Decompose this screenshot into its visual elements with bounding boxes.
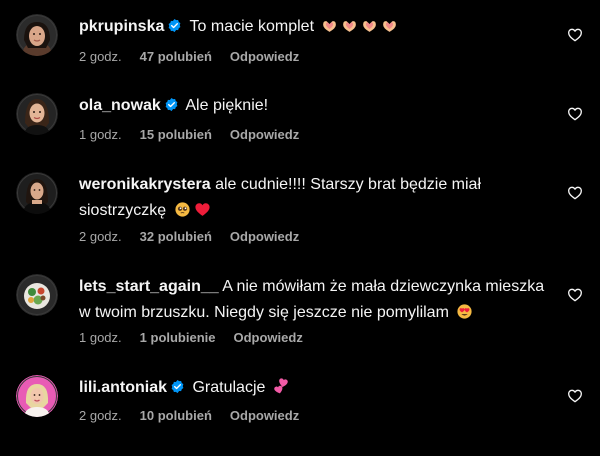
- avatar[interactable]: [16, 14, 58, 56]
- like-heart-icon[interactable]: [567, 388, 583, 404]
- comment-time: 2 godz.: [79, 408, 122, 423]
- verified-badge-icon: [170, 379, 185, 394]
- avatar[interactable]: [16, 274, 58, 316]
- verified-badge-icon: [164, 97, 179, 112]
- comment-username[interactable]: ola_nowak: [79, 97, 161, 114]
- reply-button[interactable]: Odpowiedz: [230, 127, 299, 142]
- avatar-image: [16, 14, 58, 56]
- comment-text-block: weronikakrystera ale cudnie!!!! Starszy …: [79, 172, 549, 224]
- comment-meta: 2 godz. 47 polubień Odpowiedz: [79, 48, 317, 66]
- comment-time: 2 godz.: [79, 49, 122, 64]
- reply-button[interactable]: Odpowiedz: [234, 330, 303, 345]
- reply-button[interactable]: Odpowiedz: [230, 49, 299, 64]
- verified-badge-icon: [167, 18, 182, 33]
- comment-body: To macie komplet: [189, 18, 315, 35]
- like-heart-icon[interactable]: [567, 185, 583, 201]
- comment-likes-count[interactable]: 1 polubienie: [140, 330, 216, 345]
- heart-hands-emoji: [321, 17, 338, 34]
- heart-hands-emoji: [361, 17, 378, 34]
- heart-hands-emoji: [341, 17, 358, 34]
- avatar[interactable]: [16, 172, 58, 214]
- comment-text-block: ola_nowak Ale pięknie!: [79, 93, 549, 119]
- avatar-image: [16, 93, 58, 135]
- comment-text-block: lili.antoniak Gratulacje: [79, 375, 549, 401]
- two-hearts-emoji: [273, 378, 290, 395]
- comment-username[interactable]: lili.antoniak: [79, 379, 167, 396]
- like-heart-icon[interactable]: [567, 106, 583, 122]
- comment-time: 1 godz.: [79, 330, 122, 345]
- comment-text-block: lets_start_again__ A nie mówiłam że mała…: [79, 274, 549, 326]
- avatar-image: [16, 375, 58, 417]
- comment-time: 2 godz.: [79, 229, 122, 244]
- comment-meta: 1 godz. 15 polubień Odpowiedz: [79, 126, 317, 144]
- comment-body: Gratulacje: [192, 379, 266, 396]
- avatar-image: [16, 274, 58, 316]
- avatar[interactable]: [16, 375, 58, 417]
- comment-username[interactable]: weronikakrystera: [79, 176, 211, 193]
- comments-list: pkrupinska To macie komplet 2 godz. 47 po…: [0, 0, 600, 456]
- comment-likes-count[interactable]: 32 polubień: [140, 229, 212, 244]
- comment-meta: 2 godz. 10 polubień Odpowiedz: [79, 407, 317, 425]
- like-heart-icon[interactable]: [567, 27, 583, 43]
- comment-likes-count[interactable]: 10 polubień: [140, 408, 212, 423]
- reply-button[interactable]: Odpowiedz: [230, 408, 299, 423]
- comment-likes-count[interactable]: 47 polubień: [140, 49, 212, 64]
- red-heart-emoji: [194, 201, 211, 218]
- avatar-image: [16, 172, 58, 214]
- comment-likes-count[interactable]: 15 polubień: [140, 127, 212, 142]
- comment-meta: 2 godz. 32 polubień Odpowiedz: [79, 228, 317, 246]
- reply-button[interactable]: Odpowiedz: [230, 229, 299, 244]
- comment-username[interactable]: pkrupinska: [79, 18, 164, 35]
- like-heart-icon[interactable]: [567, 287, 583, 303]
- comment-meta: 1 godz. 1 polubienie Odpowiedz: [79, 329, 321, 347]
- comment-body: Ale pięknie!: [185, 97, 269, 114]
- comment-text-block: pkrupinska To macie komplet: [79, 14, 549, 40]
- avatar[interactable]: [16, 93, 58, 135]
- pleading-face-emoji: [174, 201, 191, 218]
- comment-time: 1 godz.: [79, 127, 122, 142]
- heart-hands-emoji: [381, 17, 398, 34]
- comment-username[interactable]: lets_start_again__: [79, 278, 219, 295]
- heart-eyes-emoji: [456, 303, 473, 320]
